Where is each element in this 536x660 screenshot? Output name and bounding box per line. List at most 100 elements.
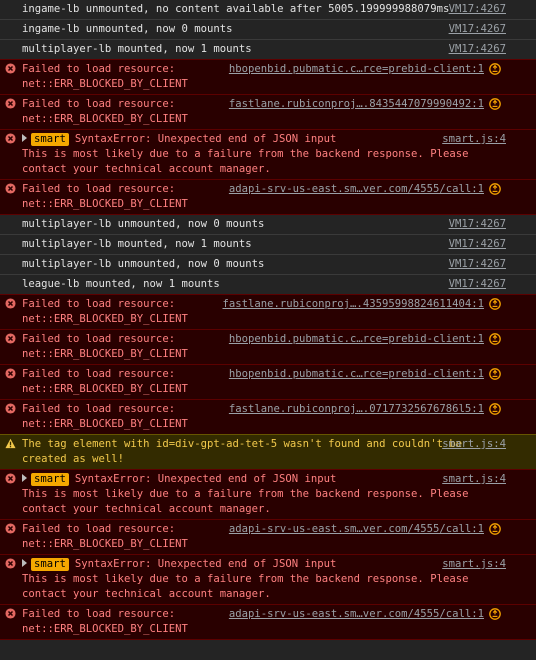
console-row-log: multiplayer-lb mounted, now 1 mounts VM17… [0, 235, 536, 255]
message-body: Failed to load resource: net::ERR_BLOCKE… [22, 98, 188, 125]
console-row-error: Failed to load resource: net::ERR_BLOCKE… [0, 329, 536, 365]
network-reload-icon[interactable] [489, 98, 501, 110]
console-message-text: smart SyntaxError: Unexpected end of JSON… [22, 472, 506, 517]
error-circle-x-icon [5, 558, 16, 569]
source-link[interactable]: hbopenbid.pubmatic.c…rce=prebid-client:1 [229, 62, 484, 77]
console-message-text: multiplayer-lb unmounted, now 0 mounts [22, 257, 506, 272]
console-row-error: Failed to load resource: net::ERR_BLOCKE… [0, 94, 536, 130]
source-link[interactable]: VM17:4267 [449, 217, 506, 232]
message-body: multiplayer-lb mounted, now 1 mounts [22, 43, 252, 55]
message-body: Failed to load resource: net::ERR_BLOCKE… [22, 403, 188, 430]
source-link[interactable]: adapi-srv-us-east.sm…ver.com/4555/call:1 [229, 607, 484, 622]
expand-triangle-icon[interactable] [22, 559, 27, 567]
message-body: Failed to load resource: net::ERR_BLOCKE… [22, 183, 188, 210]
console-row-error: Failed to load resource: net::ERR_BLOCKE… [0, 364, 536, 400]
source-link[interactable]: fastlane.rubiconproj….43595998824611404:… [223, 297, 485, 312]
message-body: The tag element with id=div-gpt-ad-tet-5… [22, 438, 469, 465]
source-link[interactable]: smart.js:4 [442, 557, 506, 572]
console-row-error-smart: smart SyntaxError: Unexpected end of JSON… [0, 129, 536, 180]
message-body: multiplayer-lb unmounted, now 0 mounts [22, 218, 265, 230]
console-message-text: league-lb mounted, now 1 mounts [22, 277, 506, 292]
message-body: multiplayer-lb mounted, now 1 mounts [22, 238, 252, 250]
source-link[interactable]: hbopenbid.pubmatic.c…rce=prebid-client:1 [229, 367, 484, 382]
error-circle-x-icon [5, 98, 16, 109]
console-message-text: The tag element with id=div-gpt-ad-tet-5… [22, 437, 506, 467]
expand-triangle-icon[interactable] [22, 134, 27, 142]
message-body: SyntaxError: Unexpected end of JSON inpu… [22, 558, 469, 600]
console-row-error-smart: smart SyntaxError: Unexpected end of JSON… [0, 554, 536, 605]
source-link[interactable]: fastlane.rubiconproj….8435447079990492:1 [229, 97, 484, 112]
console-row-error: Failed to load resource: net::ERR_BLOCKE… [0, 519, 536, 555]
source-link[interactable]: smart.js:4 [442, 437, 506, 452]
message-body: Failed to load resource: net::ERR_BLOCKE… [22, 333, 188, 360]
console-row-log: ingame-lb unmounted, no content availabl… [0, 0, 536, 20]
console-row-log: multiplayer-lb unmounted, now 0 mounts VM… [0, 215, 536, 235]
network-reload-icon[interactable] [489, 63, 501, 75]
source-link[interactable]: VM17:4267 [449, 2, 506, 17]
source-link[interactable]: VM17:4267 [449, 42, 506, 57]
console-row-error: Failed to load resource: net::ERR_BLOCKE… [0, 179, 536, 215]
console-row-error: Failed to load resource: net::ERR_BLOCKE… [0, 294, 536, 330]
smart-badge: smart [31, 133, 69, 146]
error-circle-x-icon [5, 523, 16, 534]
message-body: Failed to load resource: net::ERR_BLOCKE… [22, 63, 188, 90]
error-circle-x-icon [5, 368, 16, 379]
message-body: ingame-lb unmounted, no content availabl… [22, 3, 450, 15]
error-circle-x-icon [5, 608, 16, 619]
error-circle-x-icon [5, 183, 16, 194]
console-row-error: Failed to load resource: net::ERR_BLOCKE… [0, 604, 536, 640]
error-circle-x-icon [5, 473, 16, 484]
source-link[interactable]: adapi-srv-us-east.sm…ver.com/4555/call:1 [229, 182, 484, 197]
message-body: ingame-lb unmounted, now 0 mounts [22, 23, 233, 35]
console-message-list: ingame-lb unmounted, no content availabl… [0, 0, 536, 660]
source-link[interactable]: VM17:4267 [449, 257, 506, 272]
console-message-text: ingame-lb unmounted, now 0 mounts [22, 22, 506, 37]
source-link[interactable]: hbopenbid.pubmatic.c…rce=prebid-client:1 [229, 332, 484, 347]
source-link[interactable]: VM17:4267 [449, 237, 506, 252]
console-row-log: ingame-lb unmounted, now 0 mounts VM17:42… [0, 20, 536, 40]
console-row-log: multiplayer-lb unmounted, now 0 mounts VM… [0, 255, 536, 275]
source-link[interactable]: VM17:4267 [449, 22, 506, 37]
source-link[interactable]: fastlane.rubiconproj….07177325676786l5:1 [229, 402, 484, 417]
error-circle-x-icon [5, 333, 16, 344]
error-circle-x-icon [5, 403, 16, 414]
smart-badge: smart [31, 473, 69, 486]
network-reload-icon[interactable] [489, 403, 501, 415]
console-row-log: multiplayer-lb mounted, now 1 mounts VM17… [0, 40, 536, 60]
message-body: SyntaxError: Unexpected end of JSON inpu… [22, 133, 469, 175]
message-body: multiplayer-lb unmounted, now 0 mounts [22, 258, 265, 270]
console-message-text: smart SyntaxError: Unexpected end of JSON… [22, 557, 506, 602]
network-reload-icon[interactable] [489, 333, 501, 345]
console-message-text: smart SyntaxError: Unexpected end of JSON… [22, 132, 506, 177]
warning-triangle-icon [5, 438, 16, 449]
console-row-error-smart: smart SyntaxError: Unexpected end of JSON… [0, 469, 536, 520]
console-row-error: Failed to load resource: net::ERR_BLOCKE… [0, 59, 536, 95]
message-body: league-lb mounted, now 1 mounts [22, 278, 220, 290]
expand-triangle-icon[interactable] [22, 474, 27, 482]
message-body: Failed to load resource: net::ERR_BLOCKE… [22, 368, 188, 395]
message-body: Failed to load resource: net::ERR_BLOCKE… [22, 298, 188, 325]
network-reload-icon[interactable] [489, 523, 501, 535]
smart-badge: smart [31, 558, 69, 571]
source-link[interactable]: smart.js:4 [442, 132, 506, 147]
network-reload-icon[interactable] [489, 368, 501, 380]
error-circle-x-icon [5, 133, 16, 144]
message-body: SyntaxError: Unexpected end of JSON inpu… [22, 473, 469, 515]
error-circle-x-icon [5, 298, 16, 309]
network-reload-icon[interactable] [489, 608, 501, 620]
source-link[interactable]: adapi-srv-us-east.sm…ver.com/4555/call:1 [229, 522, 484, 537]
console-row-log: league-lb mounted, now 1 mounts VM17:4267 [0, 275, 536, 295]
console-message-text: multiplayer-lb unmounted, now 0 mounts [22, 217, 506, 232]
console-message-text: multiplayer-lb mounted, now 1 mounts [22, 237, 506, 252]
network-reload-icon[interactable] [489, 183, 501, 195]
console-row-warning: The tag element with id=div-gpt-ad-tet-5… [0, 434, 536, 470]
source-link[interactable]: smart.js:4 [442, 472, 506, 487]
error-circle-x-icon [5, 63, 16, 74]
console-message-text: ingame-lb unmounted, no content availabl… [22, 2, 506, 17]
message-body: Failed to load resource: net::ERR_BLOCKE… [22, 608, 188, 635]
message-body: Failed to load resource: net::ERR_BLOCKE… [22, 523, 188, 550]
network-reload-icon[interactable] [489, 298, 501, 310]
console-message-text: multiplayer-lb mounted, now 1 mounts [22, 42, 506, 57]
console-row-error: Failed to load resource: net::ERR_BLOCKE… [0, 399, 536, 435]
source-link[interactable]: VM17:4267 [449, 277, 506, 292]
